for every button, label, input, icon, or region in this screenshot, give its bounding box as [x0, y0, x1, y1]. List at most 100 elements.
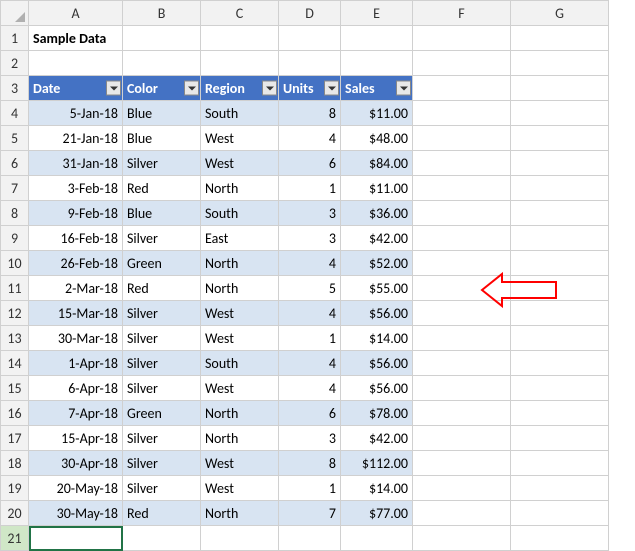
- col-header-C[interactable]: C: [201, 1, 279, 26]
- cell-date[interactable]: 30-May-18: [29, 501, 123, 526]
- cell[interactable]: [511, 401, 609, 426]
- cell-units[interactable]: 4: [279, 376, 341, 401]
- cell[interactable]: [413, 226, 511, 251]
- cell-date[interactable]: 15-Apr-18: [29, 426, 123, 451]
- col-header-F[interactable]: F: [413, 1, 511, 26]
- cell-date[interactable]: 9-Feb-18: [29, 201, 123, 226]
- filter-button-sales[interactable]: [396, 81, 411, 96]
- col-header-D[interactable]: D: [279, 1, 341, 26]
- cell-region[interactable]: West: [201, 451, 279, 476]
- row-header-4[interactable]: 4: [1, 101, 29, 126]
- cell[interactable]: [511, 26, 609, 51]
- cell-sales[interactable]: $112.00: [341, 451, 413, 476]
- cell-region[interactable]: West: [201, 301, 279, 326]
- cell[interactable]: [413, 51, 511, 76]
- cell[interactable]: [341, 51, 413, 76]
- row-header-2[interactable]: 2: [1, 51, 29, 76]
- row-header-18[interactable]: 18: [1, 451, 29, 476]
- cell[interactable]: [511, 376, 609, 401]
- cell-color[interactable]: Blue: [123, 126, 201, 151]
- cell[interactable]: [511, 176, 609, 201]
- row-header-7[interactable]: 7: [1, 176, 29, 201]
- cell[interactable]: [511, 126, 609, 151]
- row-header-20[interactable]: 20: [1, 501, 29, 526]
- cell-region[interactable]: North: [201, 276, 279, 301]
- cell[interactable]: [511, 276, 609, 301]
- cell[interactable]: [413, 351, 511, 376]
- cell[interactable]: [413, 201, 511, 226]
- cell-region[interactable]: West: [201, 476, 279, 501]
- cell-region[interactable]: South: [201, 101, 279, 126]
- cell-region[interactable]: South: [201, 201, 279, 226]
- cell-units[interactable]: 1: [279, 176, 341, 201]
- cell-region[interactable]: West: [201, 151, 279, 176]
- row-header-19[interactable]: 19: [1, 476, 29, 501]
- cell[interactable]: [413, 426, 511, 451]
- cell-color[interactable]: Green: [123, 401, 201, 426]
- cell-date[interactable]: 30-Mar-18: [29, 326, 123, 351]
- cell-region[interactable]: West: [201, 376, 279, 401]
- row-header-1[interactable]: 1: [1, 26, 29, 51]
- cell-sales[interactable]: $48.00: [341, 126, 413, 151]
- cell[interactable]: [511, 151, 609, 176]
- row-header-11[interactable]: 11: [1, 276, 29, 301]
- cell-date[interactable]: 16-Feb-18: [29, 226, 123, 251]
- cell[interactable]: [413, 401, 511, 426]
- cell[interactable]: [413, 276, 511, 301]
- cell[interactable]: [123, 51, 201, 76]
- cell[interactable]: [413, 376, 511, 401]
- cell[interactable]: [201, 26, 279, 51]
- cell-sales[interactable]: $11.00: [341, 176, 413, 201]
- cell[interactable]: [511, 226, 609, 251]
- cell-date[interactable]: 6-Apr-18: [29, 376, 123, 401]
- cell-sales[interactable]: $56.00: [341, 301, 413, 326]
- row-header-14[interactable]: 14: [1, 351, 29, 376]
- cell-sales[interactable]: $11.00: [341, 101, 413, 126]
- cell-sales[interactable]: $42.00: [341, 226, 413, 251]
- cell[interactable]: [413, 126, 511, 151]
- table-header-date[interactable]: Date: [29, 76, 123, 101]
- cell-sales[interactable]: $14.00: [341, 326, 413, 351]
- table-header-units[interactable]: Units: [279, 76, 341, 101]
- cell-sales[interactable]: $78.00: [341, 401, 413, 426]
- cell-color[interactable]: Silver: [123, 351, 201, 376]
- cell-date[interactable]: 7-Apr-18: [29, 401, 123, 426]
- cell-sales[interactable]: $36.00: [341, 201, 413, 226]
- row-header-3[interactable]: 3: [1, 76, 29, 101]
- cell-date[interactable]: 31-Jan-18: [29, 151, 123, 176]
- cell[interactable]: [123, 526, 201, 551]
- cell[interactable]: [511, 476, 609, 501]
- cell-units[interactable]: 4: [279, 126, 341, 151]
- cell-color[interactable]: Silver: [123, 426, 201, 451]
- row-header-8[interactable]: 8: [1, 201, 29, 226]
- cell-date[interactable]: 26-Feb-18: [29, 251, 123, 276]
- cell[interactable]: [413, 26, 511, 51]
- cell[interactable]: [511, 351, 609, 376]
- cell[interactable]: [201, 51, 279, 76]
- cell-units[interactable]: 8: [279, 451, 341, 476]
- cell[interactable]: [511, 201, 609, 226]
- cell-units[interactable]: 5: [279, 276, 341, 301]
- cell[interactable]: [413, 251, 511, 276]
- cell[interactable]: [511, 76, 609, 101]
- cell-units[interactable]: 6: [279, 151, 341, 176]
- cell-units[interactable]: 8: [279, 101, 341, 126]
- col-header-E[interactable]: E: [341, 1, 413, 26]
- cell[interactable]: [511, 426, 609, 451]
- cell-units[interactable]: 3: [279, 226, 341, 251]
- cell-color[interactable]: Silver: [123, 301, 201, 326]
- title-cell[interactable]: Sample Data: [29, 26, 123, 51]
- cell[interactable]: [413, 76, 511, 101]
- table-header-region[interactable]: Region: [201, 76, 279, 101]
- filter-button-color[interactable]: [184, 81, 199, 96]
- cell[interactable]: [29, 51, 123, 76]
- row-header-5[interactable]: 5: [1, 126, 29, 151]
- row-header-10[interactable]: 10: [1, 251, 29, 276]
- cell-units[interactable]: 1: [279, 326, 341, 351]
- cell-color[interactable]: Silver: [123, 326, 201, 351]
- cell-color[interactable]: Red: [123, 501, 201, 526]
- cell[interactable]: [279, 51, 341, 76]
- row-header-21[interactable]: 21: [1, 526, 29, 551]
- cell-region[interactable]: West: [201, 126, 279, 151]
- cell-color[interactable]: Silver: [123, 151, 201, 176]
